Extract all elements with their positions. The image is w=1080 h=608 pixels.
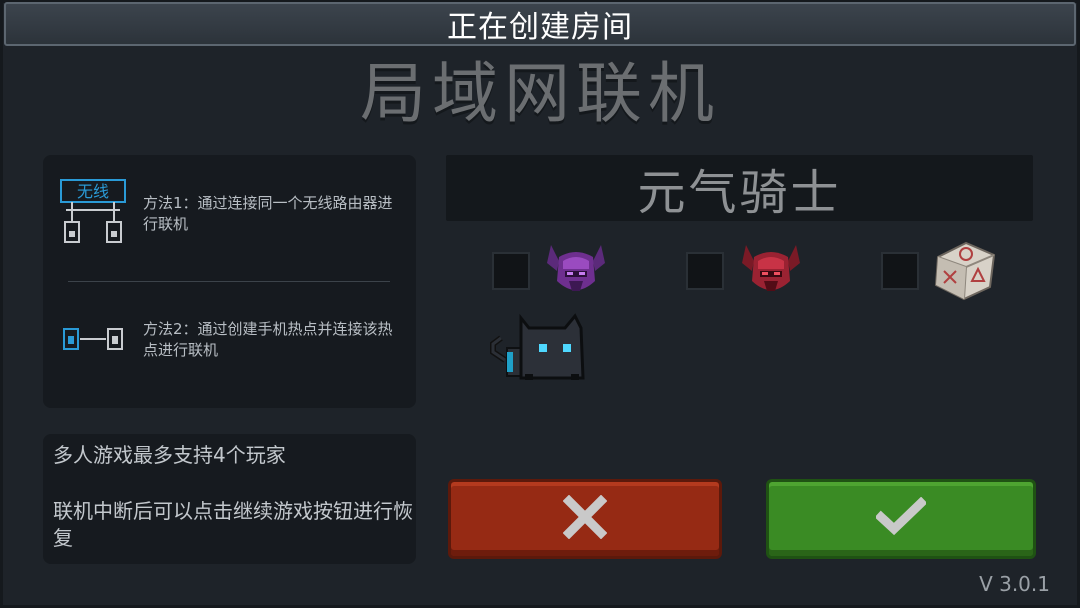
- option-checkbox-2[interactable]: [686, 252, 724, 290]
- option-checkbox-1[interactable]: [492, 252, 530, 290]
- method-1-text: 方法1：通过连接同一个无线路由器进行联机: [143, 194, 393, 233]
- x-icon: [562, 494, 608, 543]
- dice-icon: [930, 237, 1000, 307]
- checkmark-icon: [874, 496, 928, 541]
- wifi-router-icon: 无线: [43, 178, 143, 250]
- confirm-button[interactable]: [766, 479, 1036, 559]
- tips-panel: 多人游戏最多支持4个玩家 联机中断后可以点击继续游戏按钮进行恢复: [43, 434, 416, 564]
- cancel-button[interactable]: [448, 479, 722, 559]
- tip-reconnect: 联机中断后可以点击继续游戏按钮进行恢复: [53, 499, 413, 550]
- black-cat-icon: [485, 312, 589, 388]
- red-horned-helmet-icon: [740, 241, 802, 305]
- method-2: 方法2：通过创建手机热点并连接该热点进行联机: [43, 305, 416, 375]
- method-2-text: 方法2：通过创建手机热点并连接该热点进行联机: [143, 320, 393, 359]
- option-checkbox-3[interactable]: [881, 252, 919, 290]
- method-1: 无线 方法1：通过连接同一个无线路由器进行联机: [43, 169, 416, 259]
- version-label: V 3.0.1: [979, 572, 1050, 596]
- svg-text:无线: 无线: [77, 182, 109, 201]
- purple-horned-helmet-icon: [545, 241, 607, 305]
- game-name-field: 元气骑士: [446, 155, 1033, 221]
- connection-methods-panel: 无线 方法1：通过连接同一个无线路由器进行联机 方法2：通过创建手机热点并连接该…: [43, 155, 416, 408]
- game-name: 元气骑士: [637, 165, 842, 221]
- game-screen: 正在创建房间 局域网联机 无线 方法1：通过连接同一个无线路由器进行联机 方法2…: [0, 0, 1080, 608]
- page-heading: 局域网联机: [360, 55, 720, 132]
- hotspot-icon: [43, 326, 143, 354]
- tip-max-players: 多人游戏最多支持4个玩家: [53, 443, 286, 467]
- divider: [68, 281, 390, 282]
